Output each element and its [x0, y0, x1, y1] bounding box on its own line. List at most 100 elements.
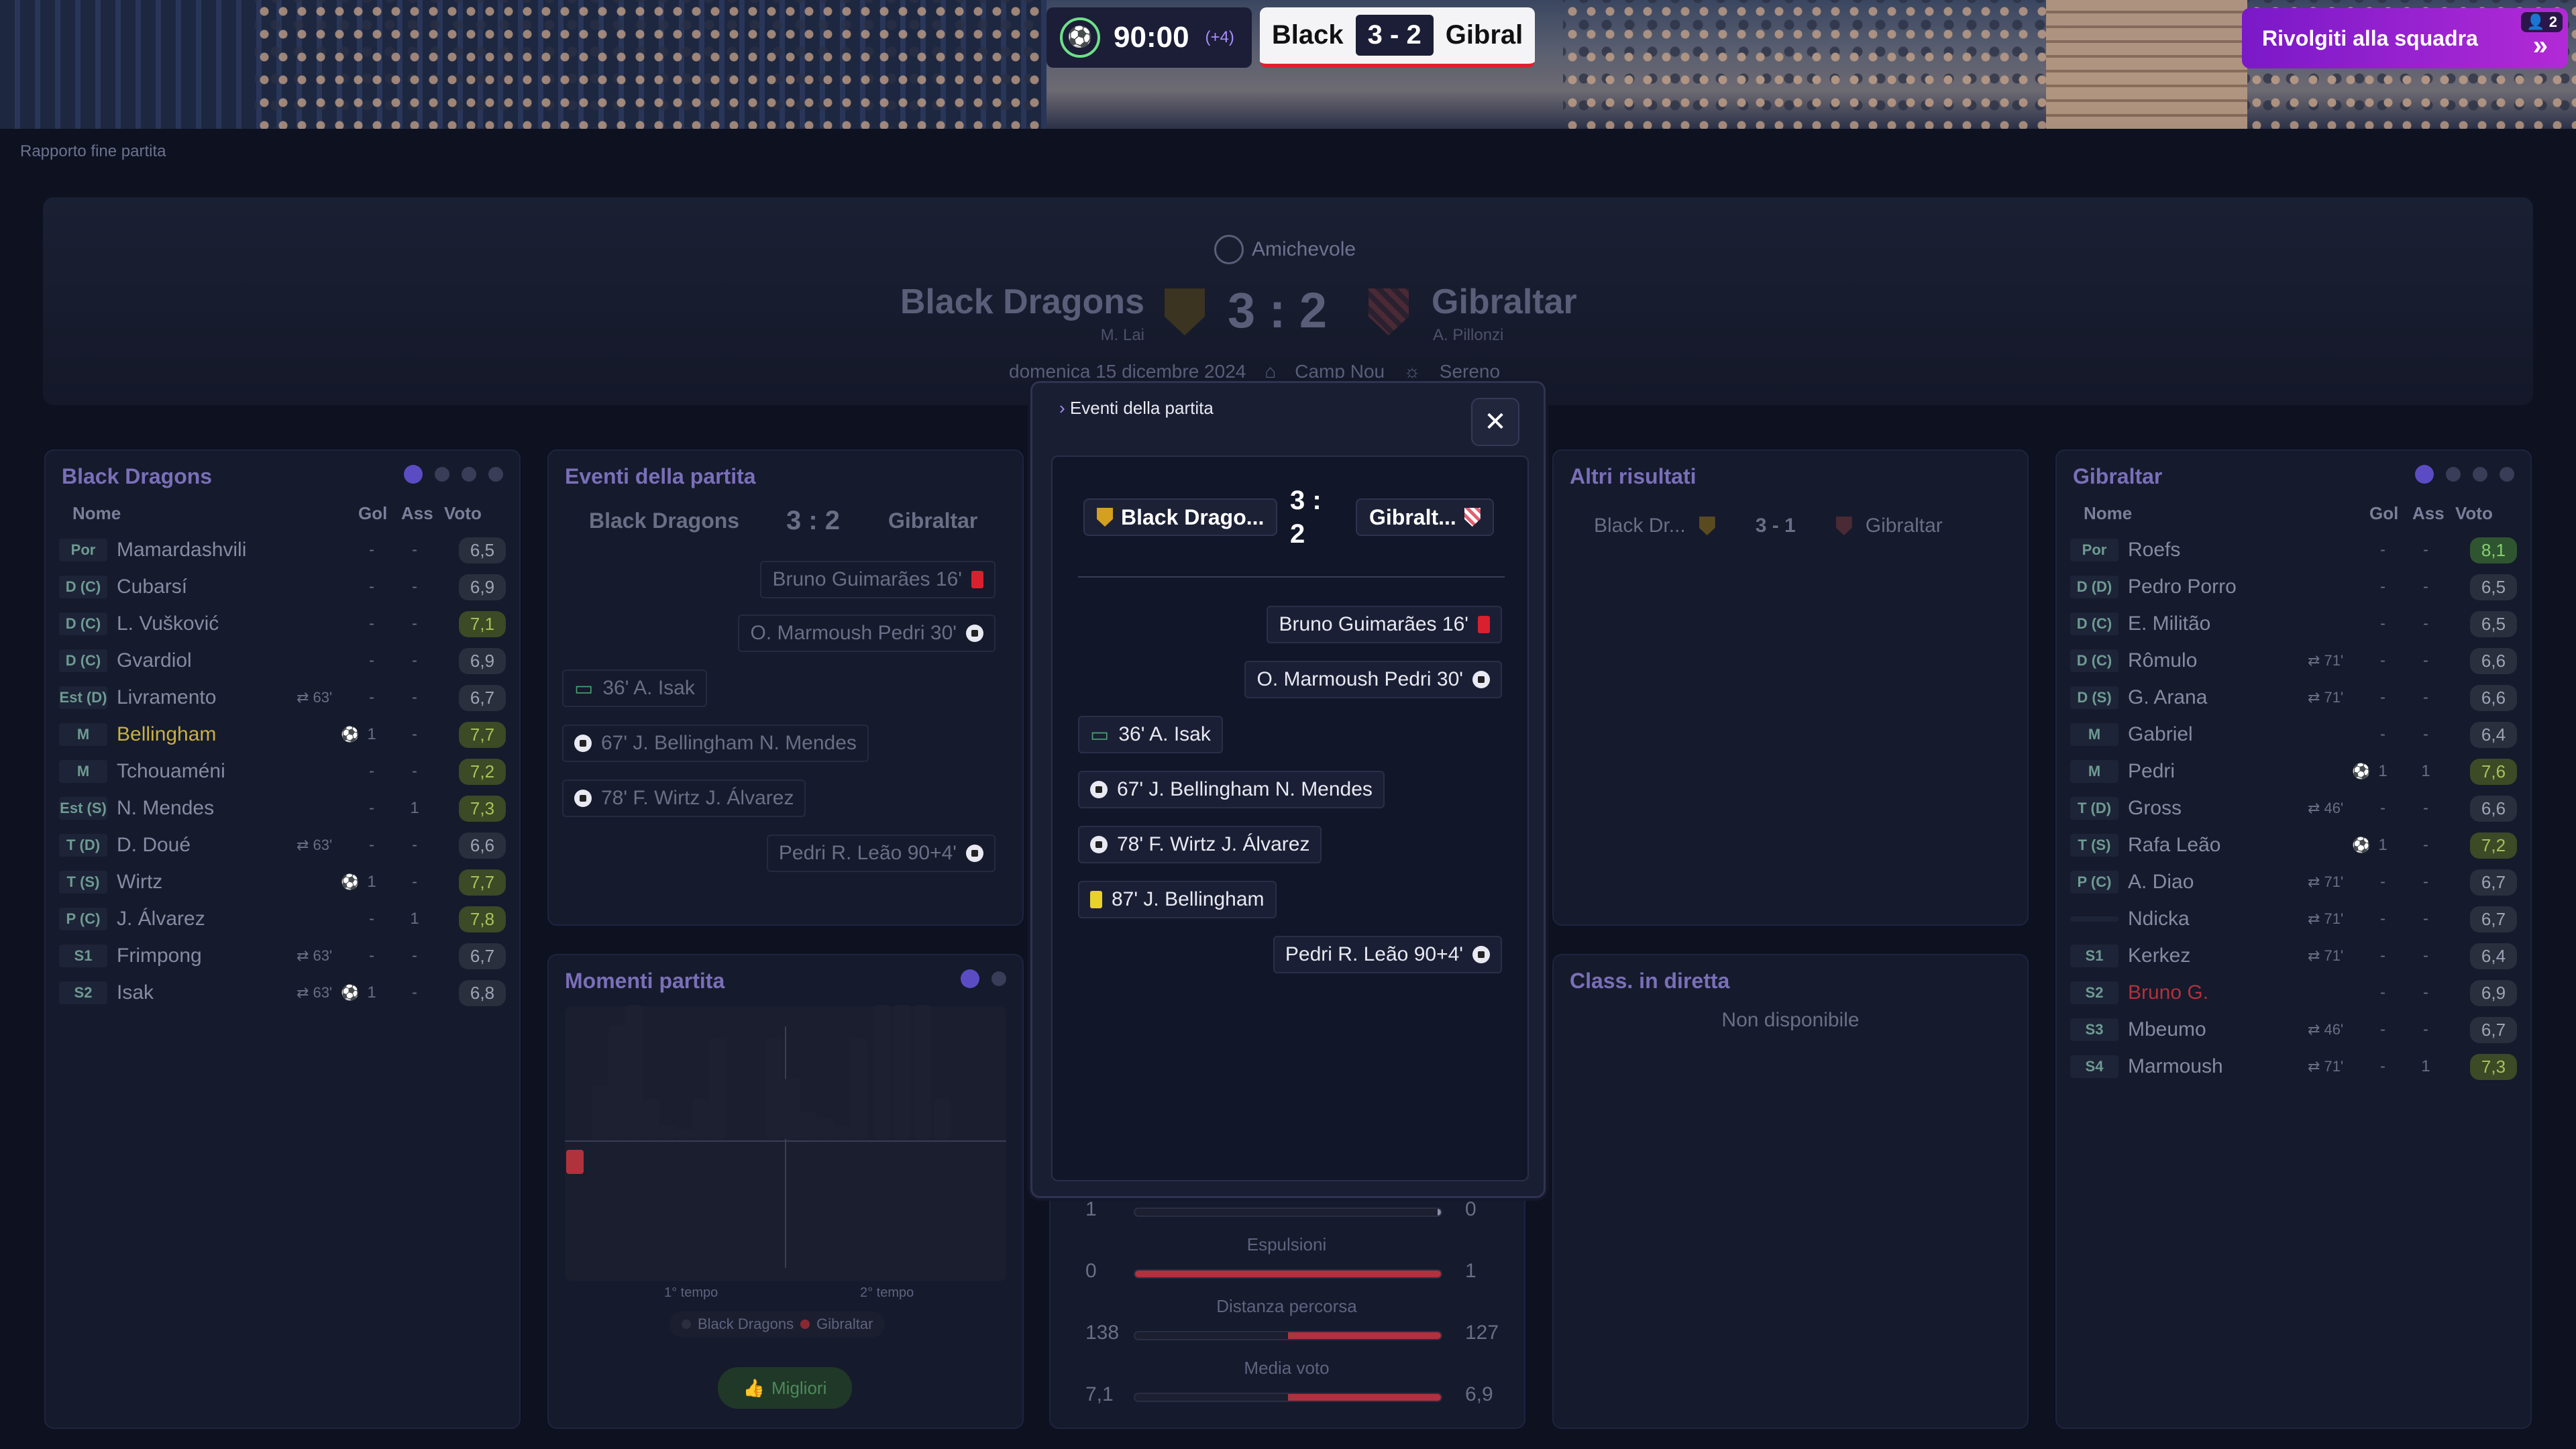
sub-minute: 63'	[313, 837, 333, 853]
rating-badge: 6,5	[2470, 574, 2517, 600]
pager-dot[interactable]	[462, 467, 476, 482]
modal-content[interactable]: Black Drago... 3 :2 Gibralt... Bruno Gui…	[1051, 455, 1529, 1181]
assists-value: -	[412, 947, 417, 965]
modal-event-row[interactable]: 78' F. Wirtz J. Álvarez	[1078, 826, 1322, 863]
second-half-label: 2° tempo	[860, 1285, 914, 1300]
panel-pager[interactable]	[404, 465, 503, 484]
col-rating: Voto	[2455, 503, 2493, 523]
pager-dot[interactable]	[2446, 467, 2461, 482]
sub-minute: 63'	[313, 689, 333, 706]
player-name: A. Diao	[2128, 871, 2194, 893]
substitution-info: ⇄ 46'	[2308, 800, 2343, 817]
player-name: Marmoush	[2128, 1055, 2223, 1077]
player-row[interactable]: S2 Isak ⇄ 63' ⚽ 1 - 6,8	[59, 975, 506, 1010]
panel-pager[interactable]	[961, 969, 1006, 988]
legend-home: Black Dragons	[698, 1316, 794, 1332]
player-row[interactable]: M Pedri ⚽ 1 1 7,6	[2070, 754, 2517, 789]
assists-value: -	[2423, 688, 2428, 706]
swap-arrows-icon: ⇄	[2308, 652, 2324, 669]
player-name: Pedri	[2128, 760, 2176, 782]
modal-event-row[interactable]: 67' J. Bellingham N. Mendes	[1078, 771, 1385, 808]
swap-arrows-icon: ⇄	[297, 984, 313, 1001]
pager-dot[interactable]	[2415, 465, 2434, 484]
player-row[interactable]: Est (D) Livramento ⇄ 63' - - 6,7	[59, 680, 506, 715]
player-row[interactable]: T (S) Wirtz ⚽ 1 - 7,7	[59, 865, 506, 900]
swap-arrows-icon: ⇄	[297, 947, 313, 964]
pager-dot[interactable]	[488, 467, 503, 482]
player-row[interactable]: T (S) Rafa Leão ⚽ 1 - 7,2	[2070, 828, 2517, 863]
event-row: Bruno Guimarães 16'	[760, 561, 996, 598]
assists-value: -	[2423, 873, 2428, 891]
player-row[interactable]: D (D) Pedro Porro - - 6,5	[2070, 570, 2517, 604]
player-row[interactable]: T (D) D. Doué ⇄ 63' - - 6,6	[59, 828, 506, 863]
player-row[interactable]: S3 Mbeumo ⇄ 46' - - 6,7	[2070, 1012, 2517, 1047]
event-text: 36' A. Isak	[602, 677, 695, 699]
momentum-bar	[676, 1129, 693, 1139]
player-row[interactable]: D (S) G. Arana ⇄ 71' - - 6,6	[2070, 680, 2517, 715]
modal-event-text: Bruno Guimarães 16'	[1279, 613, 1468, 635]
player-row[interactable]: M Bellingham ⚽ 1 - 7,7	[59, 717, 506, 752]
result-row[interactable]: Black Dr... 3 - 1 Gibraltar	[1594, 506, 1996, 546]
talk-to-team-button[interactable]: Rivolgiti alla squadra » 👤 2	[2242, 8, 2568, 68]
momentum-bar	[816, 1119, 834, 1139]
player-row[interactable]: S1 Kerkez ⇄ 71' - - 6,4	[2070, 938, 2517, 973]
other-results-title: Altri risultati	[1570, 464, 1697, 488]
player-row[interactable]: Por Mamardashvili - - 6,5	[59, 533, 506, 568]
rating-badge: 7,3	[2470, 1053, 2517, 1080]
player-row[interactable]: D (C) E. Militão - - 6,5	[2070, 606, 2517, 641]
pager-dot[interactable]	[991, 971, 1006, 986]
player-row[interactable]: Ndicka ⇄ 71' - - 6,7	[2070, 902, 2517, 936]
modal-event-row[interactable]: Pedri R. Leão 90+4'	[1273, 936, 1502, 973]
home-lineup-panel: Black Dragons Nome Gol Ass Voto Por Mamar…	[44, 449, 521, 1429]
player-row[interactable]: S1 Frimpong ⇄ 63' - - 6,7	[59, 938, 506, 973]
player-row[interactable]: T (D) Gross ⇄ 46' - - 6,6	[2070, 791, 2517, 826]
player-row[interactable]: D (C) L. Vušković - - 7,1	[59, 606, 506, 641]
modal-event-row[interactable]: ▭ 36' A. Isak	[1078, 716, 1223, 753]
position-badge: M	[2070, 760, 2118, 783]
modal-event-row[interactable]: O. Marmoush Pedri 30'	[1244, 661, 1502, 698]
position-badge: S4	[2070, 1055, 2118, 1078]
player-row[interactable]: D (C) Gvardiol - - 6,9	[59, 643, 506, 678]
legend-dot-home	[682, 1320, 691, 1329]
penalty-icon: ▭	[574, 677, 594, 700]
goals-value: -	[369, 541, 374, 559]
pager-dot[interactable]	[2473, 467, 2487, 482]
pager-dot[interactable]	[435, 467, 449, 482]
away-crest-icon	[1464, 508, 1481, 527]
modal-event-row[interactable]: 87' J. Bellingham	[1078, 881, 1277, 918]
player-row[interactable]: P (C) A. Diao ⇄ 71' - - 6,7	[2070, 865, 2517, 900]
rating-badge: 6,5	[459, 537, 506, 564]
rating-badge: 7,6	[2470, 758, 2517, 785]
player-name: Rômulo	[2128, 649, 2198, 672]
player-row[interactable]: S4 Marmoush ⇄ 71' - 1 7,3	[2070, 1049, 2517, 1084]
rating-badge: 6,5	[2470, 610, 2517, 637]
modal-event-row[interactable]: Bruno Guimarães 16'	[1267, 606, 1502, 643]
breadcrumb: Rapporto fine partita	[20, 142, 166, 160]
player-row[interactable]: D (C) Rômulo ⇄ 71' - - 6,6	[2070, 643, 2517, 678]
away-short-name: Gibral	[1445, 20, 1523, 50]
substitution-info: ⇄ 71'	[2308, 910, 2343, 928]
goals-value: -	[369, 910, 374, 928]
modal-home-team: Black Drago...	[1083, 498, 1278, 536]
player-name: Bellingham	[117, 723, 217, 745]
player-row[interactable]: P (C) J. Álvarez - 1 7,8	[59, 902, 506, 936]
match-date: domenica 15 dicembre 2024	[1009, 361, 1246, 382]
player-row[interactable]: M Gabriel - - 6,4	[2070, 717, 2517, 752]
chart-legend: Black Dragons Gibraltar	[669, 1311, 885, 1338]
close-button[interactable]: ✕	[1471, 398, 1519, 446]
player-row[interactable]: Por Roefs - - 8,1	[2070, 533, 2517, 568]
player-row[interactable]: S2 Bruno G. - - 6,9	[2070, 975, 2517, 1010]
pager-dot[interactable]	[404, 465, 423, 484]
rating-badge: 7,7	[459, 721, 506, 748]
player-row[interactable]: M Tchouaméni - - 7,2	[59, 754, 506, 789]
assists-value: -	[412, 614, 417, 633]
panel-pager[interactable]	[2415, 465, 2514, 484]
pager-dot[interactable]	[2500, 467, 2514, 482]
goals-value: -	[369, 836, 374, 854]
ball-icon	[1090, 781, 1108, 798]
pager-dot[interactable]	[961, 969, 979, 988]
best-button[interactable]: 👍 Migliori	[718, 1367, 852, 1409]
player-row[interactable]: Est (S) N. Mendes - 1 7,3	[59, 791, 506, 826]
player-row[interactable]: D (C) Cubarsí - - 6,9	[59, 570, 506, 604]
goals-value: -	[369, 614, 374, 633]
